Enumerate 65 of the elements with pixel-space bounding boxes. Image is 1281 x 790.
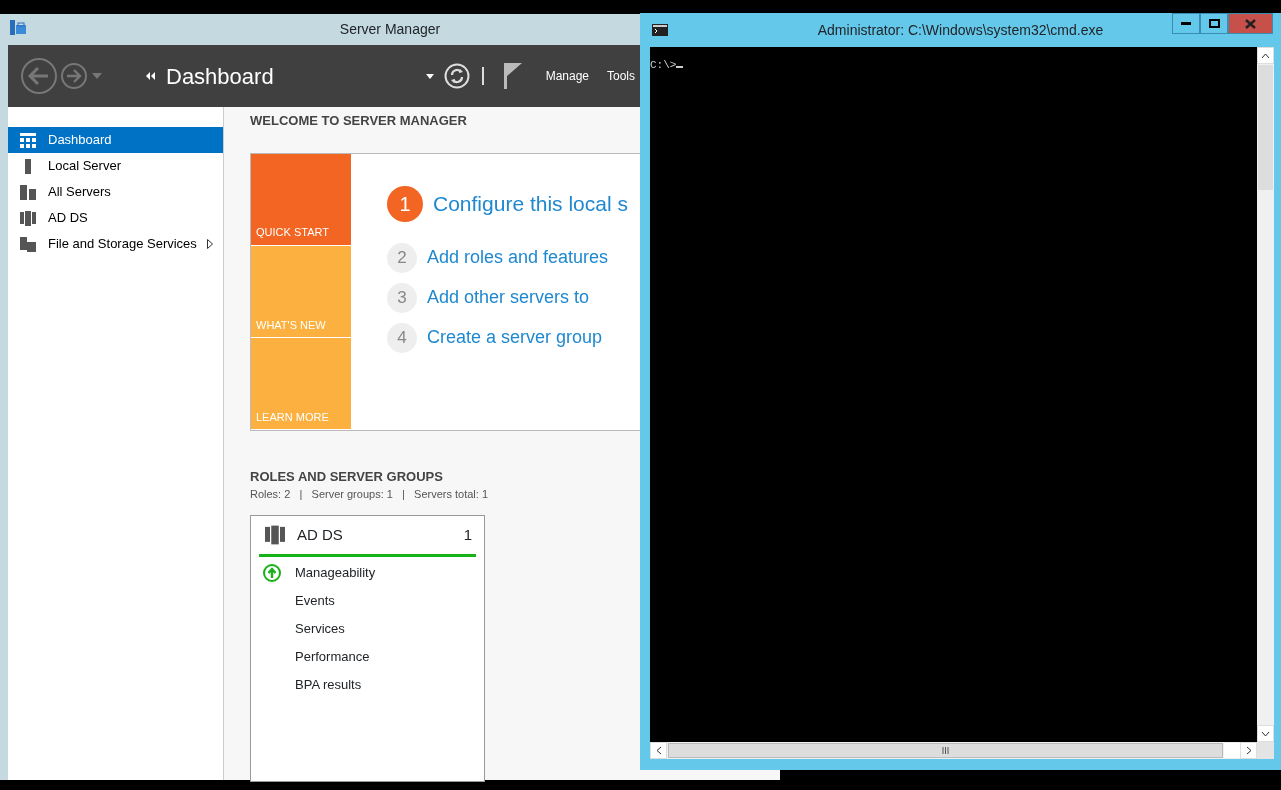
scroll-up-button[interactable] <box>1257 47 1274 64</box>
scroll-left-button[interactable] <box>650 742 667 759</box>
server-group-icon <box>20 210 36 226</box>
step-number: 1 <box>387 185 423 222</box>
back-icon[interactable] <box>20 57 58 95</box>
card-link[interactable]: BPA results <box>295 675 362 695</box>
chevron-left-icon <box>655 746 662 755</box>
server-group-icon <box>265 524 285 545</box>
sidebar-item[interactable]: File and Storage Services <box>8 231 223 257</box>
card-link[interactable]: Manageability <box>295 563 376 583</box>
grid-icon <box>20 132 36 148</box>
app-icon <box>10 20 26 36</box>
card-count: 1 <box>463 524 472 545</box>
command-prompt: C:\> <box>650 59 677 71</box>
storage-icon <box>20 236 36 252</box>
dropdown-icon[interactable] <box>425 73 434 79</box>
role-card[interactable]: AD DS 1 Manageability Events Services Performance BPA results <box>250 514 485 782</box>
size-grip[interactable] <box>1257 742 1274 759</box>
console-icon <box>652 24 668 36</box>
step-link[interactable]: Create a server group <box>427 324 603 351</box>
scroll-down-button[interactable] <box>1257 725 1274 742</box>
section-heading: ROLES AND SERVER GROUPS <box>250 467 444 486</box>
minimize-icon <box>1181 22 1191 25</box>
sidebar-item[interactable]: Local Server <box>8 153 223 179</box>
scroll-right-button[interactable] <box>1240 742 1257 759</box>
step-number: 2 <box>387 242 417 273</box>
section-heading: WELCOME TO SERVER MANAGER <box>250 112 468 130</box>
chevron-down-icon <box>1261 730 1270 737</box>
close-icon <box>1245 18 1256 29</box>
menu-item[interactable]: Manage <box>545 67 589 85</box>
breadcrumb-title: Dashboard <box>166 62 274 91</box>
horizontal-scrollbar[interactable] <box>650 742 1257 759</box>
card-link[interactable]: Services <box>295 619 345 639</box>
sidebar-item[interactable]: AD DS <box>8 205 223 231</box>
minimize-button[interactable] <box>1172 13 1200 34</box>
servers-icon <box>20 184 36 200</box>
step-link[interactable]: Configure this local s <box>433 187 628 220</box>
step-link[interactable]: Add other servers to <box>427 284 590 311</box>
roles-summary: Roles: 2 | Server groups: 1 | Servers total: 1 <box>250 487 490 502</box>
scroll-thumb[interactable] <box>668 743 1223 758</box>
step-number: 4 <box>387 322 417 353</box>
step-number: 3 <box>387 282 417 313</box>
double-chevron-icon <box>146 72 156 80</box>
menu-item[interactable]: Tools <box>607 67 636 85</box>
flag-icon[interactable] <box>503 63 522 89</box>
vertical-scrollbar[interactable] <box>1257 47 1274 742</box>
sidebar-item[interactable]: Dashboard <box>8 127 223 153</box>
chevron-right-icon <box>1245 746 1252 755</box>
refresh-icon[interactable] <box>443 63 470 89</box>
expand-arrow-icon[interactable] <box>206 239 213 249</box>
close-button[interactable] <box>1228 13 1273 34</box>
window-title: Server Manager <box>339 21 441 37</box>
maximize-button[interactable] <box>1200 13 1228 34</box>
step-link[interactable]: Add roles and features <box>427 244 609 271</box>
maximize-icon <box>1208 19 1220 28</box>
forward-icon[interactable] <box>60 62 88 90</box>
card-title: AD DS <box>297 524 344 545</box>
sidebar-item[interactable]: All Servers <box>8 179 223 205</box>
scroll-thumb[interactable] <box>1258 65 1273 190</box>
chevron-up-icon <box>1261 52 1270 59</box>
card-link[interactable]: Events <box>295 591 335 611</box>
console-area[interactable]: C:\> <box>650 47 1257 742</box>
cursor-icon <box>676 66 684 68</box>
card-link[interactable]: Performance <box>295 647 370 667</box>
window-title: Administrator: C:\Windows\system32\cmd.exe <box>817 22 1104 38</box>
